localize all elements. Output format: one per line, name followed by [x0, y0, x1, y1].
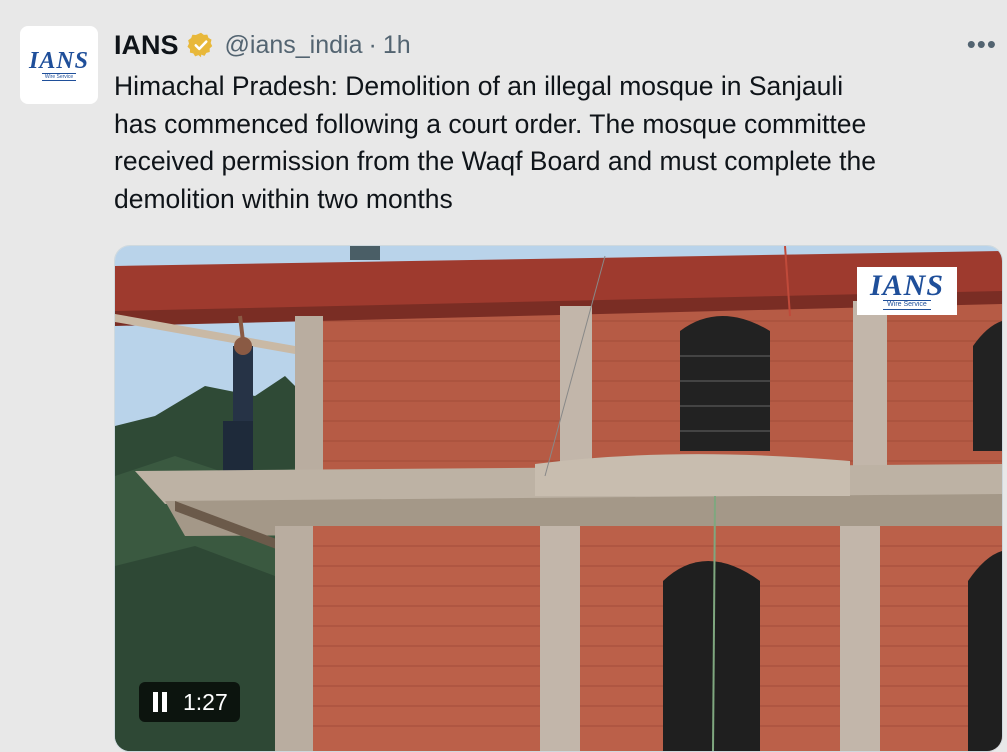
verified-badge-icon[interactable]	[186, 31, 215, 59]
avatar[interactable]: IANS Wire Service	[20, 26, 98, 104]
avatar-logo-text: IANS	[28, 47, 90, 74]
video-frame-image	[115, 246, 1002, 751]
video-duration: 1:27	[183, 688, 228, 715]
video-watermark-logo: IANS Wire Service	[857, 267, 957, 315]
tweet-timestamp[interactable]: 1h	[383, 31, 411, 60]
video-playback-control[interactable]: 1:27	[139, 682, 240, 722]
author-handle[interactable]: @ians_india	[225, 31, 363, 60]
avatar-logo-subtext: Wire Service	[41, 72, 77, 81]
pause-icon[interactable]	[151, 692, 169, 712]
watermark-text: IANS	[869, 269, 945, 302]
tweet-text: Himachal Pradesh: Demolition of an illeg…	[114, 71, 876, 214]
more-options-icon[interactable]: •••	[967, 31, 997, 57]
watermark-subtext: Wire Service	[883, 300, 931, 310]
tweet-header: IANS @ians_india · 1h	[114, 28, 411, 62]
video-player[interactable]: IANS Wire Service 1:27	[114, 245, 1003, 752]
author-name[interactable]: IANS	[114, 30, 179, 61]
separator-dot: ·	[368, 30, 377, 59]
